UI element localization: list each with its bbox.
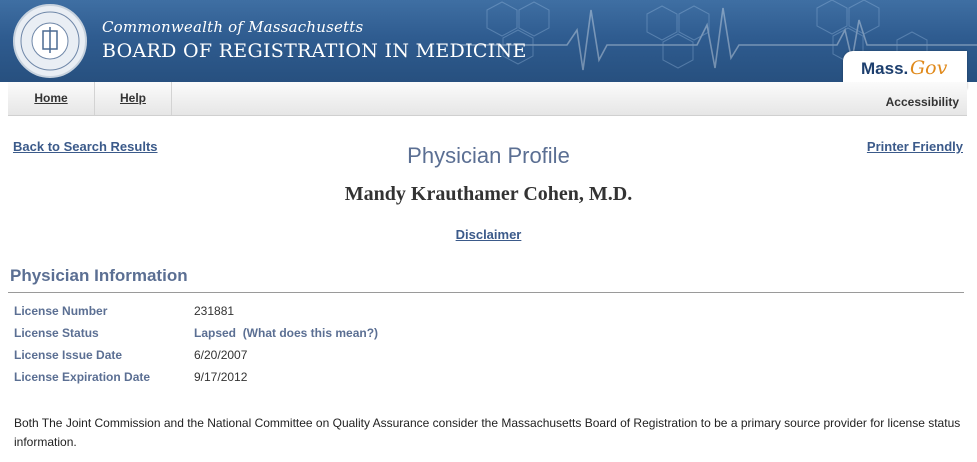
primary-source-note: Both The Joint Commission and the Nation… bbox=[14, 416, 961, 449]
license-issue-date-label: License Issue Date bbox=[14, 348, 123, 362]
physician-information-heading: Physician Information bbox=[10, 266, 188, 285]
page-title: Physician Profile bbox=[407, 143, 570, 168]
license-expiration-date-label: License Expiration Date bbox=[14, 370, 151, 384]
top-navigation: Home Help Accessibility bbox=[8, 82, 967, 116]
license-number-value: 231881 bbox=[194, 304, 235, 318]
license-status-label: License Status bbox=[14, 326, 99, 340]
nav-help-link[interactable]: Help bbox=[95, 82, 172, 115]
license-expiration-date-value: 9/17/2012 bbox=[194, 370, 248, 384]
disclaimer-link[interactable]: Disclaimer bbox=[456, 227, 522, 242]
disclaimer-container: Disclaimer bbox=[0, 224, 977, 243]
license-status-help-link[interactable]: (What does this mean?) bbox=[243, 326, 378, 340]
accessibility-link[interactable]: Accessibility bbox=[886, 95, 959, 109]
license-issue-date-value: 6/20/2007 bbox=[194, 348, 248, 362]
license-number-label: License Number bbox=[14, 304, 108, 318]
physician-name: Mandy Krauthamer Cohen, M.D. bbox=[344, 183, 633, 205]
agency-state-name: Commonwealth of Massachusetts bbox=[102, 18, 364, 36]
massgov-logo-gov: Gov bbox=[910, 57, 948, 79]
site-banner: Commonwealth of Massachusetts BOARD OF R… bbox=[0, 0, 977, 82]
section-divider bbox=[8, 292, 964, 293]
nav-home-link[interactable]: Home bbox=[8, 82, 95, 115]
license-status-value-container: Lapsed (What does this mean?) bbox=[194, 326, 378, 340]
board-seal-logo bbox=[13, 4, 87, 78]
massgov-logo-mass: Mass. bbox=[861, 59, 909, 78]
license-status-value: Lapsed bbox=[194, 326, 237, 340]
agency-board-name: BOARD OF REGISTRATION IN MEDICINE bbox=[102, 40, 527, 62]
